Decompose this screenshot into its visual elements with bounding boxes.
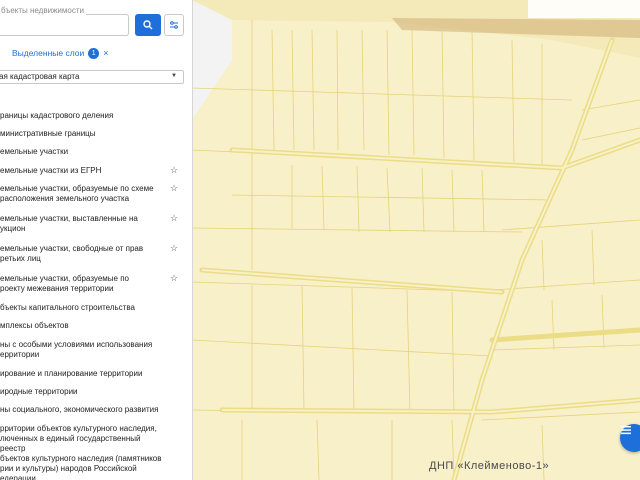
selected-layers-label[interactable]: Выделенные слои [12,48,84,58]
map-type-select[interactable]: ая кадастровая карта ▼ [0,70,184,84]
layer-item-label: емельные участки, образуемые по роекту м… [0,274,129,293]
top-overlay-strip [528,0,640,18]
star-icon[interactable]: ☆ [170,183,178,193]
layer-item-label: министративные границы [0,129,96,138]
layer-item-label: рритории объектов культурного наследия, … [0,424,162,480]
close-icon[interactable]: × [103,48,108,58]
map-canvas[interactable] [192,0,640,480]
list-icon [621,426,631,435]
star-icon[interactable]: ☆ [170,273,178,283]
layer-item-label: емельные участки, образуемые по схеме ра… [0,184,154,203]
star-icon[interactable]: ☆ [170,213,178,223]
layer-item-label: бъекты капитального строительства [0,303,135,312]
layer-item-label: иродные территории [0,387,78,396]
star-icon[interactable]: ☆ [170,165,178,175]
search-placeholder: бъекты недвижимости [0,6,86,15]
layer-item-label: емельные участки, выставленные на укцион [0,214,138,233]
layer-item-label: ны с особыми условиями использования ерр… [0,340,153,359]
layers-panel: бъекты недвижимости Выделенные слои 1 × … [0,0,193,480]
star-icon[interactable]: ☆ [170,243,178,253]
map-type-value: ая кадастровая карта [0,72,80,81]
layer-item-label: емельные участки [0,147,69,156]
legend-button[interactable] [620,424,640,452]
search-icon [143,20,153,30]
search-button[interactable] [135,14,161,36]
layer-item-label: ны социального, экономического развития [0,405,159,414]
selected-layers[interactable]: Выделенные слои 1 × [12,46,109,60]
search-input[interactable]: бъекты недвижимости [0,6,129,36]
map-area-label: ДНП «Клейменово-1» [429,460,550,472]
layer-item-label: мплексы объектов [0,321,69,330]
layer-item-label: раницы кадастрового деления [0,111,114,120]
cadastral-map[interactable]: ДНП «Клейменово-1» [192,0,640,480]
chevron-down-icon: ▼ [171,73,177,79]
sliders-icon [170,21,178,29]
layer-item-label: емельные участки, свободные от прав реть… [0,244,144,263]
selected-layers-count-badge: 1 [88,47,100,59]
layer-item-label: ирование и планирование территории [0,369,143,378]
layer-item-label: емельные участки из ЕГРН [0,166,102,175]
filter-button[interactable] [164,14,184,36]
